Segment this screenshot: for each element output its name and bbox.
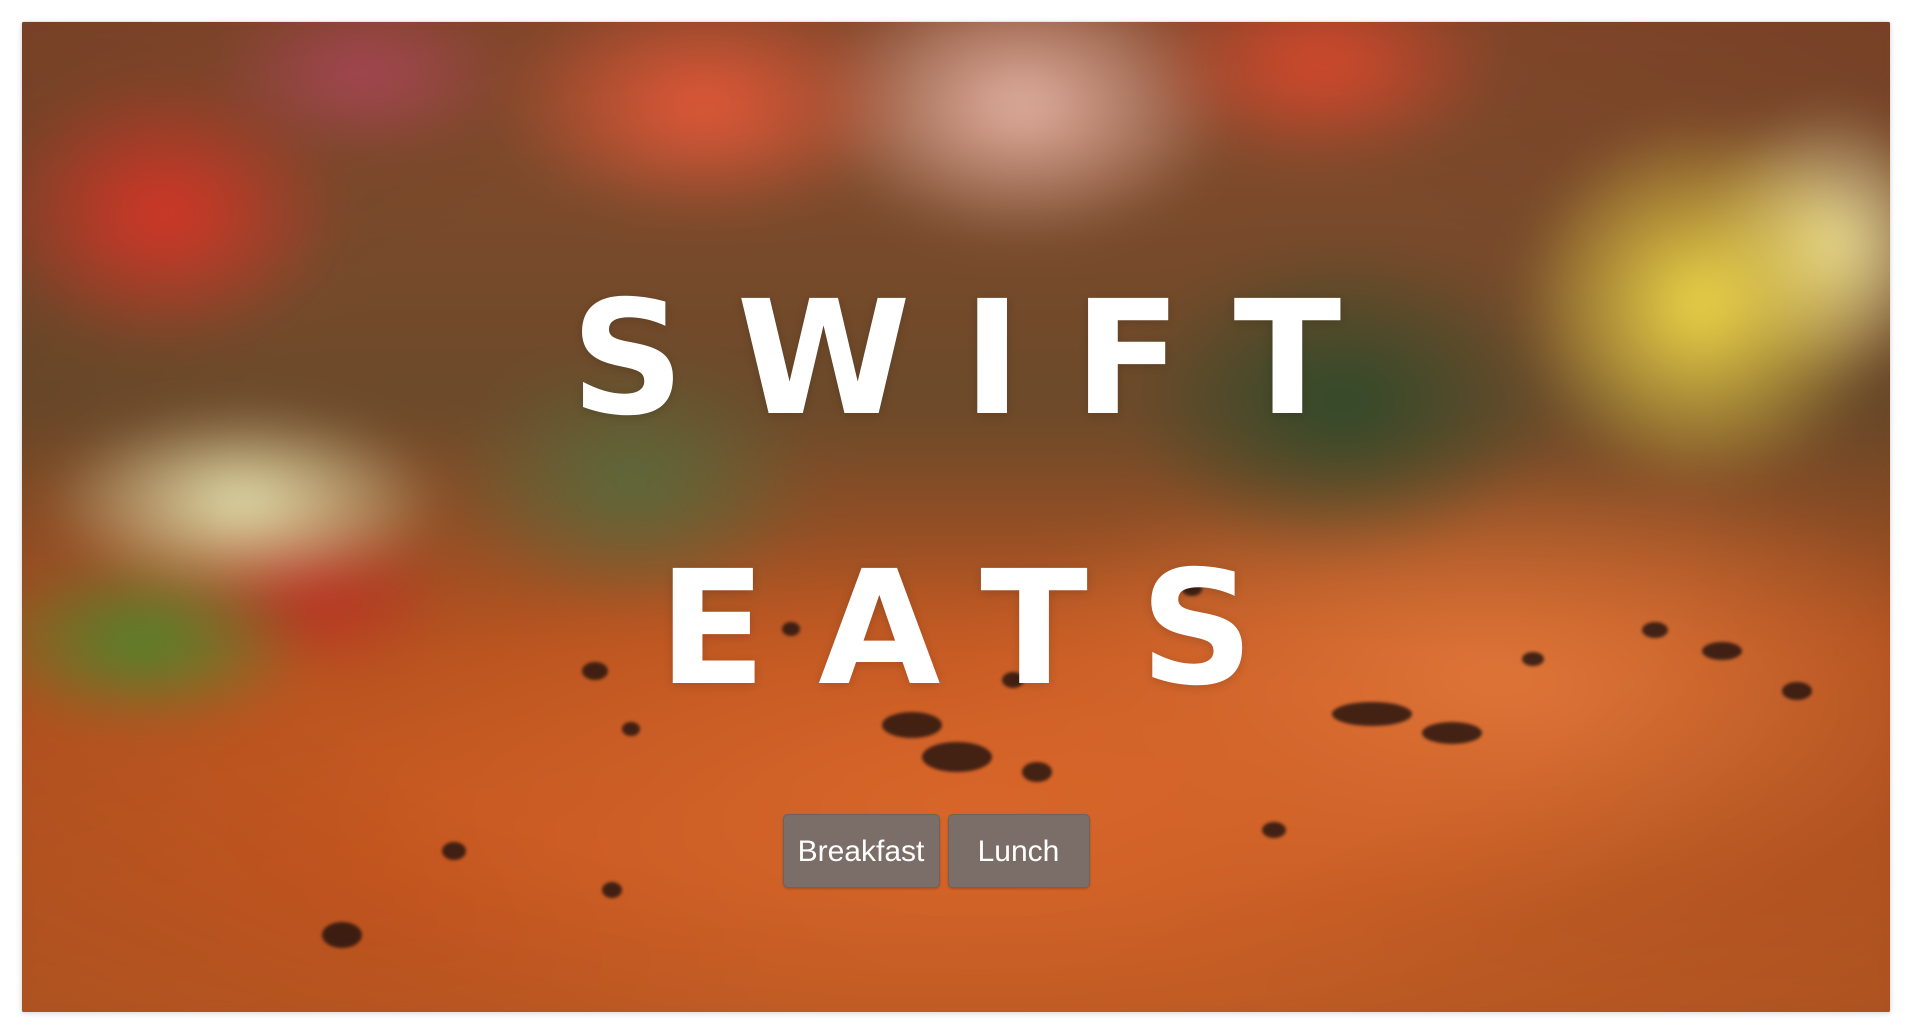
site-title-line-1: SWIFT	[570, 267, 1394, 451]
lunch-button[interactable]: Lunch	[947, 814, 1090, 888]
meal-buttons: Breakfast Lunch	[22, 814, 1890, 888]
hero-banner: SWIFT EATS Breakfast Lunch	[22, 22, 1890, 1012]
site-title-line-2: EATS	[658, 537, 1306, 721]
breakfast-button[interactable]: Breakfast	[782, 814, 940, 888]
page: SWIFT EATS Breakfast Lunch	[0, 0, 1912, 1034]
